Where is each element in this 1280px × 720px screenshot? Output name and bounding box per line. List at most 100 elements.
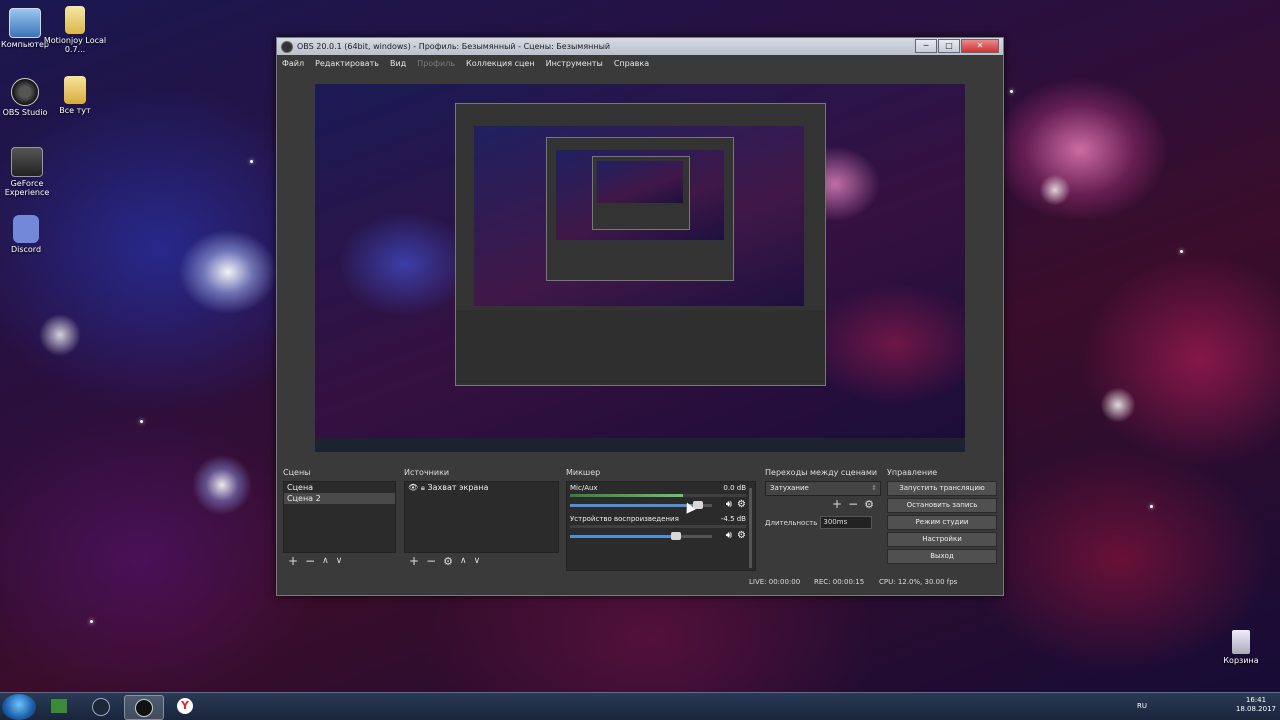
start-button[interactable] [2, 694, 36, 720]
recycle-bin-icon [1232, 630, 1250, 654]
menu-profile[interactable]: Профиль [417, 59, 455, 68]
remove-transition-button[interactable]: − [848, 497, 858, 511]
taskbar-explorer[interactable] [40, 695, 78, 718]
scene-up-button[interactable]: ∧ [322, 556, 329, 566]
obs-window: OBS 20.0.1 (64bit, windows) - Профиль: Б… [276, 37, 1004, 596]
transitions-dock: Переходы между сценами Затухание ⇕ + − ⚙… [765, 468, 881, 529]
duration-field[interactable]: 300ms [820, 516, 873, 529]
sources-title: Источники [404, 468, 450, 477]
transitions-title: Переходы между сценами [765, 468, 878, 477]
sources-list: 👁 🔒︎ Захват экрана [404, 481, 559, 553]
duration-label: Длительность [765, 518, 818, 527]
start-streaming-button[interactable]: Запустить трансляцию [887, 481, 997, 496]
language-indicator[interactable]: RU [1137, 702, 1147, 710]
clock-date: 18.08.2017 [1235, 705, 1276, 713]
scenes-dock: Сцены Сцена Сцена 2 + − ∧ ∨ [283, 468, 396, 568]
sources-toolbar: + − ⚙ ∧ ∨ [409, 554, 480, 568]
transition-settings-button[interactable]: ⚙ [864, 498, 874, 511]
menu-help[interactable]: Справка [614, 59, 649, 68]
gear-icon[interactable]: ⚙ [737, 530, 746, 541]
source-down-button[interactable]: ∨ [474, 556, 481, 566]
scenes-toolbar: + − ∧ ∨ [288, 554, 342, 568]
remove-source-button[interactable]: − [426, 554, 436, 568]
eye-icon[interactable]: 👁 [408, 483, 418, 492]
studio-mode-button[interactable]: Режим студии [887, 515, 997, 530]
channel-name: Устройство воспроизведения [570, 515, 679, 523]
desktop-icon-discord[interactable]: Discord [0, 215, 58, 254]
window-titlebar[interactable]: OBS 20.0.1 (64bit, windows) - Профиль: Б… [277, 38, 1003, 55]
scene-item-selected[interactable]: Сцена 2 [284, 493, 395, 504]
source-label: Захват экрана [427, 483, 489, 492]
volume-slider[interactable] [570, 532, 712, 540]
motionjoy-icon [65, 6, 85, 34]
minimize-button[interactable]: ─ [915, 39, 937, 53]
desktop-icon-motionjoy[interactable]: Motionjoy Local 0.7... [43, 6, 107, 54]
scenes-list: Сцена Сцена 2 [283, 481, 396, 553]
channel-db: -4.5 dB [720, 515, 746, 523]
obs-app-icon [281, 40, 293, 53]
channel-name: Mic/Aux [570, 484, 598, 492]
taskbar-steam[interactable] [82, 695, 120, 718]
mixer-channel: Устройство воспроизведения -4.5 dB 🔊︎ ⚙ [570, 515, 746, 541]
computer-icon [9, 8, 41, 38]
window-title: OBS 20.0.1 (64bit, windows) - Профиль: Б… [297, 42, 611, 51]
desktop-icon-geforce[interactable]: GeForce Experience [0, 147, 59, 197]
source-up-button[interactable]: ∧ [460, 556, 467, 566]
gear-icon[interactable]: ⚙ [737, 499, 746, 510]
stop-recording-button[interactable]: Остановить запись [887, 498, 997, 513]
mixer-scrollbar[interactable] [749, 488, 752, 568]
status-bar: LIVE: 00:00:00 REC: 00:00:15 CPU: 12.0%,… [277, 578, 1003, 592]
desktop-icon-recycle-bin[interactable]: Корзина [1209, 630, 1273, 665]
preview-canvas[interactable] [315, 84, 965, 452]
preview-taskbar [315, 438, 965, 452]
transition-select[interactable]: Затухание ⇕ [765, 481, 881, 496]
folder-icon [64, 76, 86, 104]
yandex-browser-icon: Y [177, 698, 193, 714]
menu-edit[interactable]: Редактировать [315, 59, 379, 68]
source-item[interactable]: 👁 🔒︎ Захват экрана [405, 482, 558, 493]
mixer-title: Микшер [566, 468, 601, 477]
menu-file[interactable]: Файл [282, 59, 304, 68]
menu-view[interactable]: Вид [390, 59, 406, 68]
clock[interactable]: 16:41 18.08.2017 [1236, 696, 1276, 714]
menu-bar: Файл Редактировать Вид Профиль Коллекция… [277, 55, 1003, 71]
taskbar-yandex[interactable]: Y [166, 695, 204, 718]
desktop-icon-label: Корзина [1223, 656, 1259, 665]
clock-time: 16:41 [1245, 696, 1267, 704]
desktop-icon-label: Discord [10, 245, 42, 254]
lock-icon[interactable]: 🔒︎ [421, 483, 425, 492]
desktop-icon-folder[interactable]: Все тут [43, 76, 107, 115]
scene-item[interactable]: Сцена [284, 482, 395, 493]
volume-meter [570, 525, 746, 528]
taskbar-obs[interactable] [124, 695, 164, 720]
controls-dock: Управление Запустить трансляцию Останови… [887, 468, 999, 564]
desktop-icon-label: GeForce Experience [4, 179, 50, 197]
speaker-icon[interactable]: 🔊︎ [726, 530, 732, 541]
channel-db: 0.0 dB [723, 484, 746, 492]
add-scene-button[interactable]: + [288, 554, 298, 568]
obs-studio-icon [11, 78, 39, 106]
obs-icon [135, 699, 153, 717]
mixer-dock: Микшер Mic/Aux 0.0 dB 🔊︎ ⚙ Устройство вос… [566, 468, 756, 574]
source-settings-button[interactable]: ⚙ [443, 555, 453, 568]
maximize-button[interactable]: □ [938, 39, 960, 53]
menu-scene-collection[interactable]: Коллекция сцен [466, 59, 535, 68]
volume-meter [570, 494, 746, 497]
close-button[interactable]: ✕ [961, 39, 999, 53]
explorer-icon [51, 699, 67, 713]
desktop-icon-label: OBS Studio [2, 108, 48, 117]
menu-tools[interactable]: Инструменты [546, 59, 603, 68]
add-transition-button[interactable]: + [832, 497, 842, 511]
speaker-icon[interactable]: 🔊︎ [726, 499, 732, 510]
transitions-toolbar: + − ⚙ [832, 497, 874, 511]
cpu-status: CPU: 12.0%, 30.00 fps [879, 578, 958, 586]
remove-scene-button[interactable]: − [305, 554, 315, 568]
transition-selected-value: Затухание [770, 484, 809, 492]
exit-button[interactable]: Выход [887, 549, 997, 564]
scene-down-button[interactable]: ∨ [336, 556, 343, 566]
steam-icon [92, 698, 110, 716]
desktop-icon-label: Компьютер [1, 40, 49, 49]
live-status: LIVE: 00:00:00 [749, 578, 801, 586]
add-source-button[interactable]: + [409, 554, 419, 568]
settings-button[interactable]: Настройки [887, 532, 997, 547]
